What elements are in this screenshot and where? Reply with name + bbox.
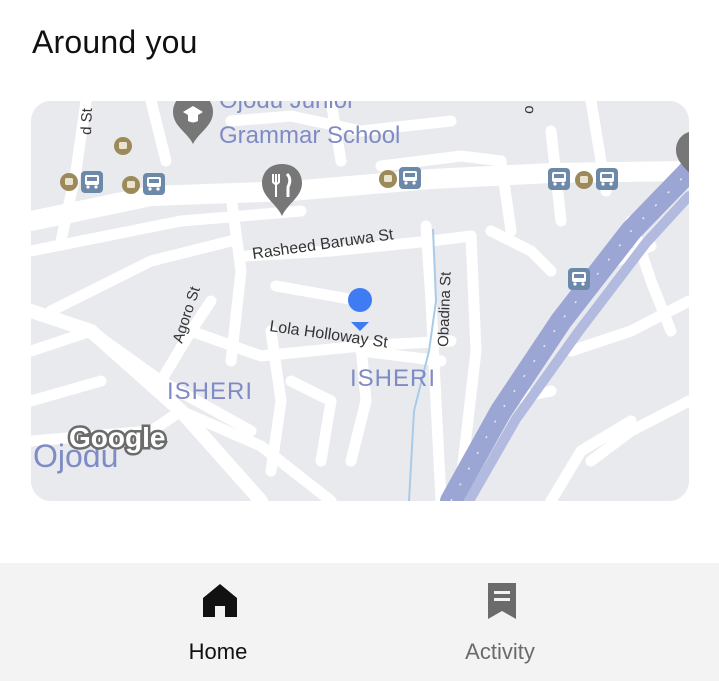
- bus-stop-icon: [596, 168, 618, 190]
- bus-stop-icon: [143, 173, 165, 195]
- street-label-partial: o: [520, 105, 537, 114]
- district-label-isheri-right: ISHERI: [350, 365, 436, 392]
- bus-stop-dot-icon: [122, 176, 140, 194]
- map-view[interactable]: Ojodu Junior Grammar School Rasheed Baru…: [31, 101, 689, 501]
- street-label-obadina: Obadina St: [435, 271, 455, 347]
- bus-stop-dot-icon: [575, 171, 593, 189]
- tab-home-label: Home: [188, 639, 248, 664]
- home-icon: [203, 584, 237, 617]
- tab-home[interactable]: Home: [108, 563, 328, 681]
- bus-stop-icon: [548, 168, 570, 190]
- school-label-line1: Ojodu Junior: [219, 101, 355, 114]
- bus-stop-icon: [399, 167, 421, 189]
- tab-activity[interactable]: Activity: [390, 563, 610, 681]
- google-logo: Google: [69, 422, 165, 453]
- section-title: Around you: [32, 24, 198, 60]
- district-label-isheri-left: ISHERI: [167, 378, 253, 405]
- bus-stop-icon: [568, 268, 590, 290]
- bus-stop-icon: [81, 171, 103, 193]
- street-label-d-st: d St: [78, 107, 96, 135]
- receipt-icon: [488, 583, 516, 619]
- bottom-tab-bar: Home Activity: [0, 563, 719, 681]
- bus-stop-dot-icon: [114, 137, 132, 155]
- tab-activity-label: Activity: [465, 639, 535, 664]
- school-label-line2: Grammar School: [219, 122, 400, 149]
- bus-stop-dot-icon: [60, 173, 78, 191]
- bus-stop-dot-icon: [379, 170, 397, 188]
